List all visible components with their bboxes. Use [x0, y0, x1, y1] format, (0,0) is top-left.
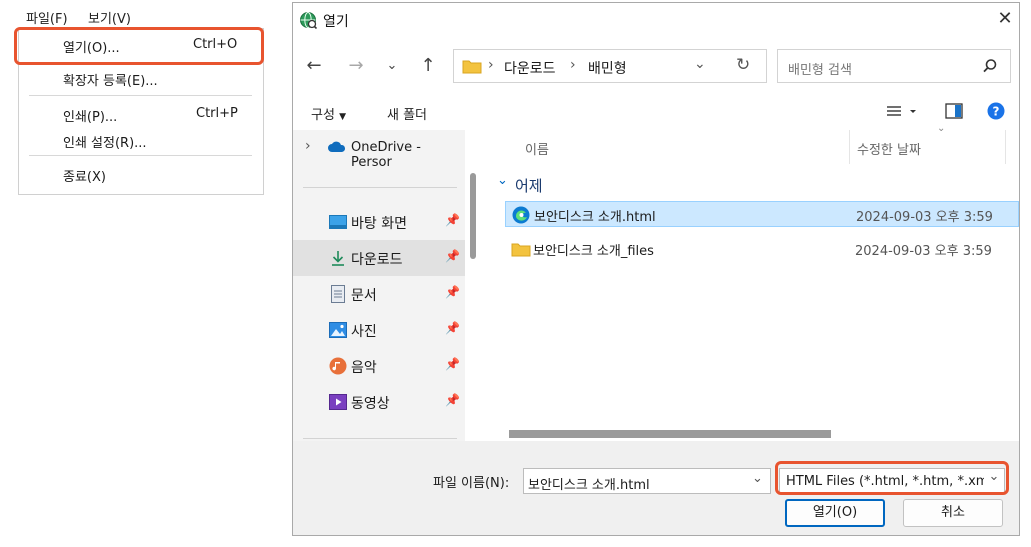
nav-label-music: 음악: [351, 360, 377, 376]
help-icon[interactable]: ?: [987, 102, 1005, 124]
nav-separator: [303, 438, 457, 439]
search-icon[interactable]: [982, 58, 998, 78]
menu-item-exit[interactable]: 종료(X): [63, 166, 106, 185]
breadcrumb-downloads[interactable]: 다운로드: [504, 58, 556, 78]
dialog-title: 열기: [323, 14, 349, 30]
address-bar[interactable]: › 다운로드 › 배민형 ⌄ ↻: [453, 49, 767, 83]
menu-file[interactable]: 파일(F): [26, 8, 68, 27]
pin-icon: 📌: [445, 285, 460, 299]
open-file-dialog: 열기 ✕ ← → ⌄ ↑ › 다운로드 › 배민형 ⌄ ↻ 배민형 검색 구성 …: [292, 2, 1020, 536]
file-name: 보안디스크 소개.html: [534, 210, 656, 225]
preview-pane-icon[interactable]: [945, 103, 963, 123]
folder-icon: [511, 241, 531, 261]
filename-input[interactable]: 보안디스크 소개.html ⌄: [523, 468, 771, 494]
caret-down-icon: ▼: [339, 112, 346, 122]
organize-button[interactable]: 구성 ▼: [311, 104, 346, 123]
edge-browser-icon: [512, 206, 530, 228]
nav-item-desktop[interactable]: 바탕 화면 📌: [293, 204, 465, 240]
menu-bar: 파일(F) 보기(V): [18, 4, 262, 28]
pin-icon: 📌: [445, 393, 460, 407]
filename-dropdown-chevron-icon[interactable]: ⌄: [752, 471, 763, 486]
file-row[interactable]: 보안디스크 소개_files 2024-09-03 오후 3:59: [505, 236, 1019, 262]
sort-chevron-icon: ⌄: [937, 123, 946, 134]
document-icon: [331, 285, 345, 307]
file-list: [487, 130, 1019, 441]
forward-arrow-icon[interactable]: →: [343, 53, 369, 79]
file-date: 2024-09-03 오후 3:59: [856, 210, 993, 225]
menu-item-print-shortcut: Ctrl+P: [196, 106, 238, 121]
close-icon[interactable]: ✕: [993, 7, 1017, 31]
new-folder-button[interactable]: 새 폴더: [387, 104, 427, 123]
desktop-icon: [329, 215, 347, 233]
breadcrumb-separator-icon: ›: [488, 57, 494, 73]
nav-item-documents[interactable]: 문서 📌: [293, 276, 465, 312]
menu-separator: [29, 95, 252, 96]
organize-label: 구성: [311, 108, 335, 123]
breadcrumb-separator-icon: ›: [570, 57, 576, 73]
pin-icon: 📌: [445, 249, 460, 263]
group-header-yesterday[interactable]: 어제: [515, 175, 543, 196]
download-icon: [329, 249, 347, 271]
address-dropdown-chevron-icon[interactable]: ⌄: [694, 56, 706, 72]
nav-item-music[interactable]: 음악 📌: [293, 348, 465, 384]
nav-item-videos[interactable]: 동영상 📌: [293, 384, 465, 420]
svg-text:?: ?: [993, 105, 1000, 119]
video-icon: [329, 394, 347, 414]
menu-item-print-setup[interactable]: 인쇄 설정(R)...: [63, 132, 147, 151]
refresh-icon[interactable]: ↻: [736, 55, 750, 75]
menu-item-register-extensions[interactable]: 확장자 등록(E)...: [63, 70, 158, 89]
cancel-button[interactable]: 취소: [903, 499, 1003, 527]
menu-separator: [29, 155, 252, 156]
back-arrow-icon[interactable]: ←: [301, 53, 327, 79]
nav-label-documents: 문서: [351, 288, 377, 304]
nav-separator: [303, 187, 457, 188]
pin-icon: 📌: [445, 321, 460, 335]
recent-locations-chevron-icon[interactable]: ⌄: [379, 53, 405, 79]
picture-icon: [329, 322, 347, 342]
nav-item-downloads[interactable]: 다운로드 📌: [293, 240, 465, 276]
column-header-modified[interactable]: 수정한 날짜: [857, 139, 921, 158]
column-separator[interactable]: [1005, 130, 1006, 164]
filename-label: 파일 이름(N):: [433, 476, 510, 491]
file-row[interactable]: 보안디스크 소개.html 2024-09-03 오후 3:59: [505, 201, 1019, 227]
column-header-name[interactable]: 이름: [525, 139, 549, 158]
pin-icon: 📌: [445, 357, 460, 371]
globe-icon: [299, 11, 318, 33]
group-collapse-chevron-icon[interactable]: ⌄: [497, 173, 508, 188]
open-button[interactable]: 열기(O): [785, 499, 885, 527]
pin-icon: 📌: [445, 213, 460, 227]
highlight-filetype-select: [775, 461, 1009, 495]
cloud-icon: [327, 140, 347, 158]
menu-view[interactable]: 보기(V): [88, 8, 131, 27]
navigation-pane: › OneDrive - Persor 바탕 화면 📌 다운로드 📌 문서 📌 …: [293, 130, 465, 441]
file-date: 2024-09-03 오후 3:59: [855, 244, 992, 259]
nav-item-onedrive[interactable]: › OneDrive - Persor: [293, 130, 465, 170]
nav-label-onedrive: OneDrive - Persor: [351, 140, 421, 170]
dialog-titlebar: 열기 ✕: [293, 3, 1019, 37]
expand-chevron-icon[interactable]: ›: [305, 138, 311, 154]
up-arrow-icon[interactable]: ↑: [415, 53, 441, 79]
file-list-horizontal-scrollbar[interactable]: [509, 430, 831, 438]
view-options-icon[interactable]: [885, 103, 919, 123]
search-box[interactable]: 배민형 검색: [777, 49, 1011, 83]
column-separator[interactable]: [849, 130, 850, 164]
highlight-open-item: [14, 27, 264, 65]
nav-label-pictures: 사진: [351, 324, 377, 340]
filename-value: 보안디스크 소개.html: [528, 478, 650, 493]
nav-label-desktop: 바탕 화면: [351, 216, 407, 232]
menu-item-print[interactable]: 인쇄(P)...: [63, 106, 117, 125]
nav-label-videos: 동영상: [351, 396, 390, 412]
breadcrumb-current-folder[interactable]: 배민형: [588, 58, 627, 78]
folder-icon: [462, 58, 482, 78]
nav-item-pictures[interactable]: 사진 📌: [293, 312, 465, 348]
file-name: 보안디스크 소개_files: [533, 244, 654, 259]
music-icon: [329, 357, 347, 379]
search-input[interactable]: 배민형 검색: [788, 59, 852, 78]
nav-label-downloads: 다운로드: [351, 252, 403, 268]
nav-pane-scrollbar[interactable]: [470, 173, 476, 259]
